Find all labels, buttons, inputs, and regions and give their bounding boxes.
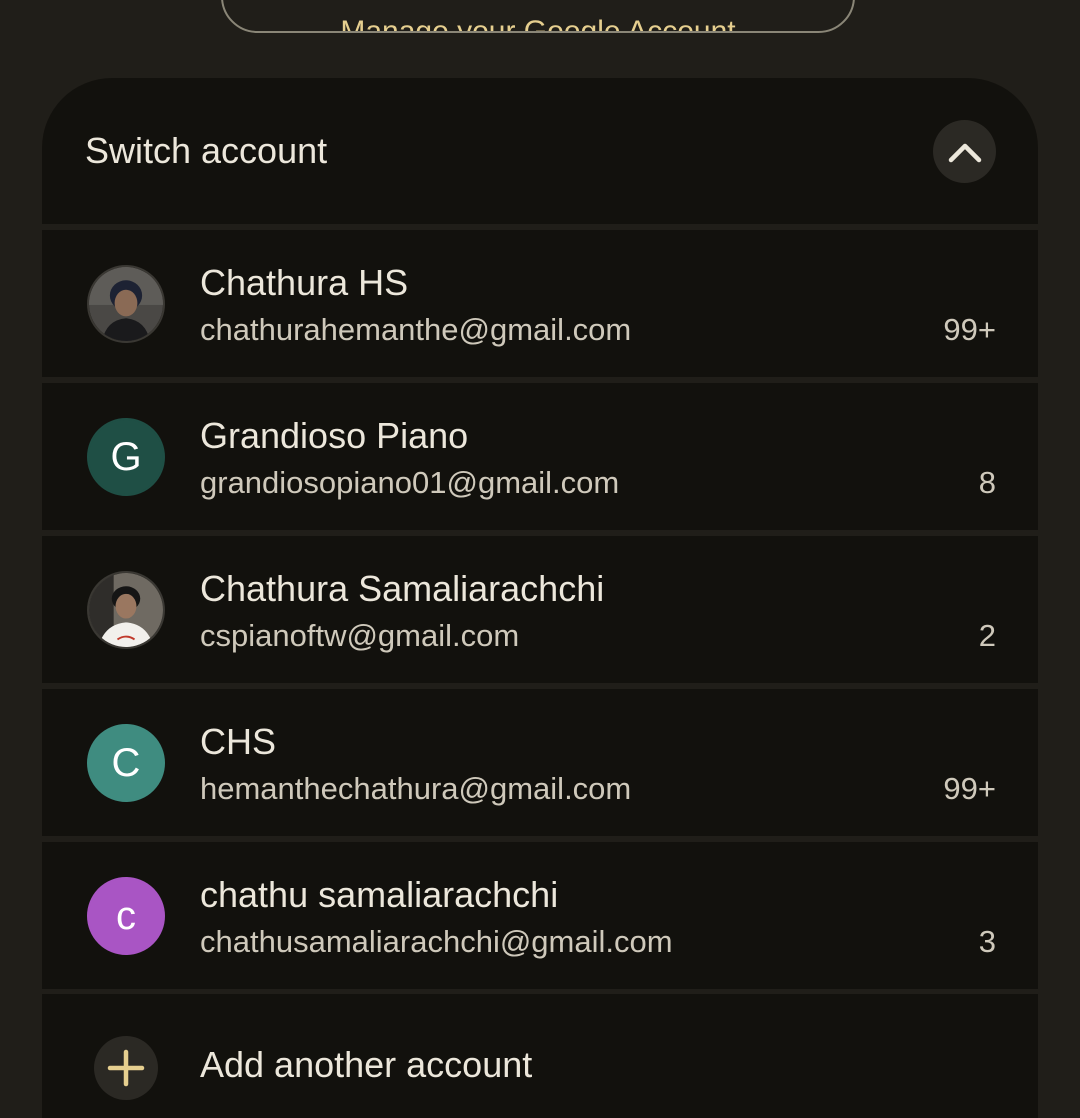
unread-count: 3 (978, 924, 996, 959)
account-email: grandiosopiano01@gmail.com (200, 465, 620, 500)
unread-count: 99+ (943, 771, 996, 806)
plus-icon (94, 1036, 158, 1100)
avatar (87, 571, 165, 649)
chevron-up-icon (948, 141, 982, 163)
account-name: Grandioso Piano (200, 415, 469, 456)
manage-account-label: Manage your Google Account (340, 15, 736, 33)
account-row[interactable]: c chathu samaliarachchi chathusamaliarac… (42, 842, 1038, 989)
account-row[interactable]: Chathura HS chathurahemanthe@gmail.com 9… (42, 230, 1038, 377)
switch-account-panel: Switch account Chathura HS chathuraheman… (42, 78, 1038, 1118)
unread-count: 2 (978, 618, 996, 653)
collapse-button[interactable] (933, 120, 996, 183)
account-email: hemanthechathura@gmail.com (200, 771, 632, 806)
account-email: cspianoftw@gmail.com (200, 618, 520, 653)
account-email: chathusamaliarachchi@gmail.com (200, 924, 673, 959)
account-name: CHS (200, 721, 277, 762)
account-row[interactable]: C CHS hemanthechathura@gmail.com 99+ (42, 689, 1038, 836)
account-name: chathu samaliarachchi (200, 874, 559, 915)
avatar: C (87, 724, 165, 802)
avatar: c (87, 877, 165, 955)
unread-count: 99+ (943, 312, 996, 347)
account-row[interactable]: Chathura Samaliarachchi cspianoftw@gmail… (42, 536, 1038, 683)
account-name: Chathura HS (200, 262, 409, 303)
avatar-letter: c (116, 893, 136, 938)
avatar: G (87, 418, 165, 496)
unread-count: 8 (978, 465, 996, 500)
switch-account-header[interactable]: Switch account (42, 78, 1038, 224)
account-name: Chathura Samaliarachchi (200, 568, 605, 609)
manage-account-button[interactable]: Manage your Google Account (221, 0, 855, 33)
avatar-letter: G (110, 434, 142, 479)
avatar (87, 265, 165, 343)
account-row[interactable]: G Grandioso Piano grandiosopiano01@gmail… (42, 383, 1038, 530)
switch-account-title: Switch account (85, 130, 328, 171)
avatar-letter: C (111, 740, 141, 785)
add-account-row[interactable]: Add another account (42, 994, 1038, 1118)
account-email: chathurahemanthe@gmail.com (200, 312, 632, 347)
